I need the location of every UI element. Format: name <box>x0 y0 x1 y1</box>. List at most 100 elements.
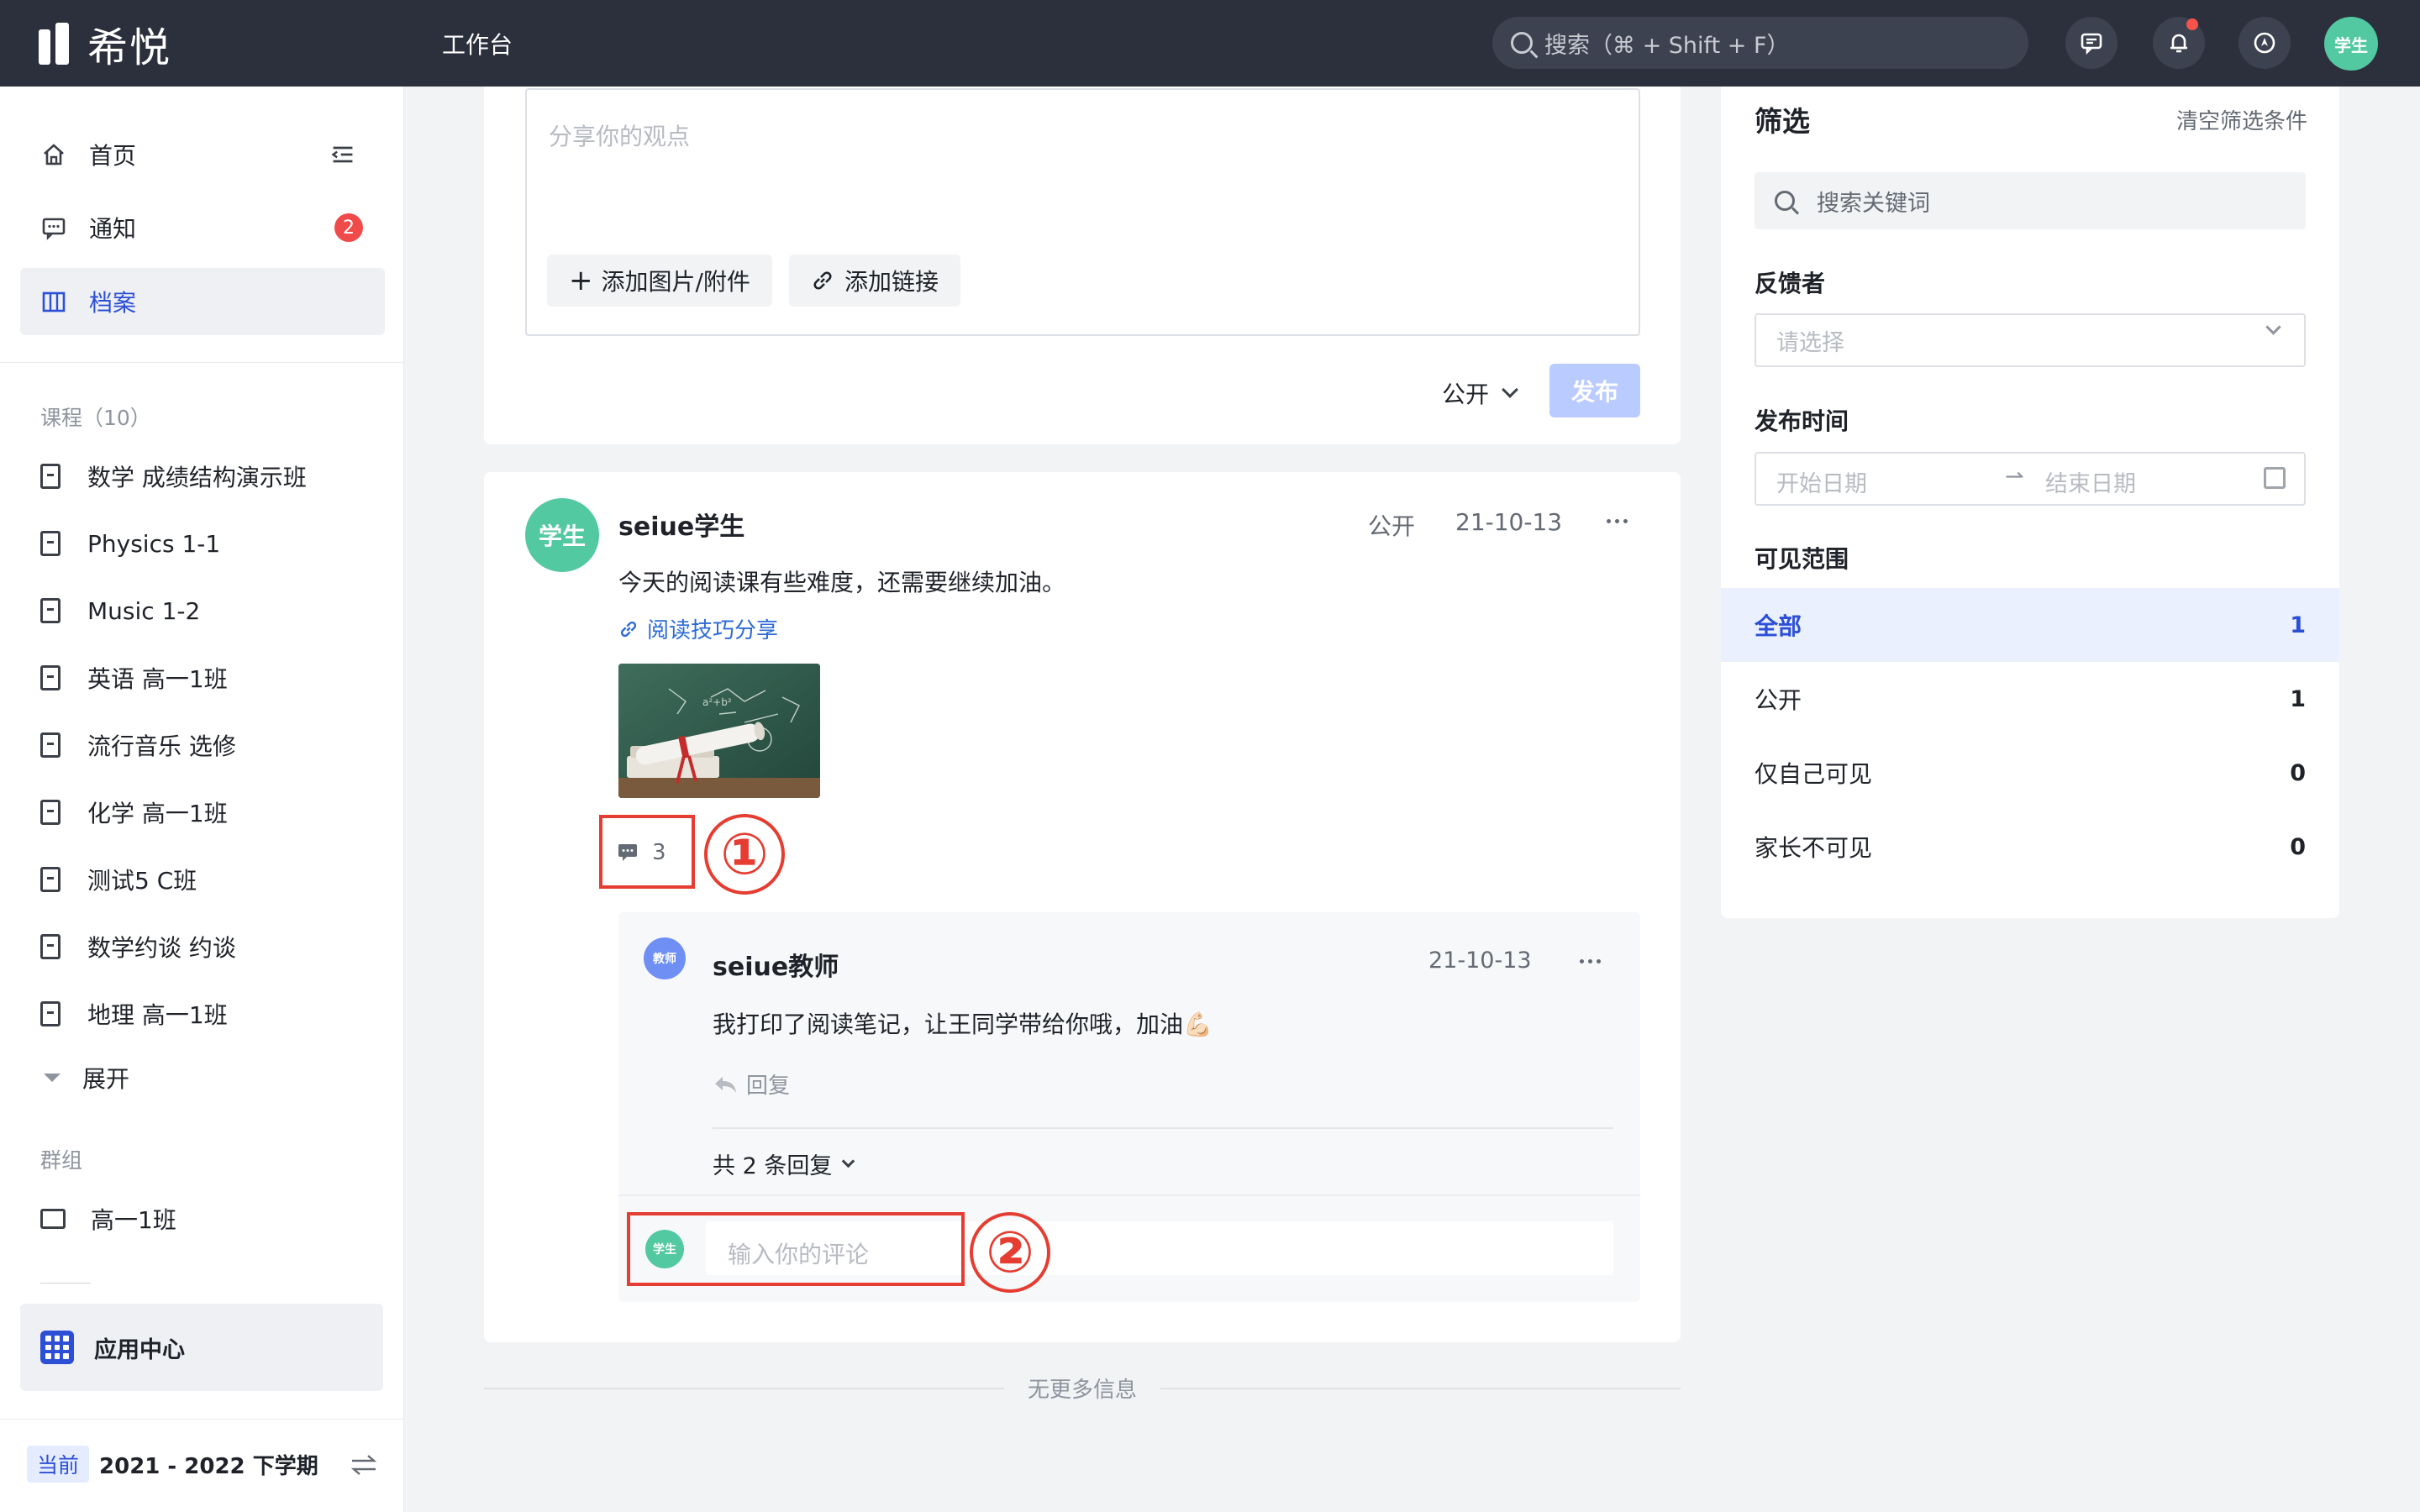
user-avatar[interactable]: 学生 <box>2324 17 2378 71</box>
global-search[interactable]: 搜索（⌘ + Shift + F） <box>1492 17 2028 69</box>
course-label: 测试5 C班 <box>87 867 197 895</box>
sidebar-divider <box>0 1419 404 1420</box>
comment-date: 21-10-13 <box>1428 948 1532 974</box>
swap-term-icon[interactable] <box>350 1452 378 1478</box>
chevron-down-icon <box>1502 381 1518 398</box>
chevron-down-icon <box>2265 319 2281 335</box>
sidebar-course[interactable]: 地理 高一1班 <box>40 993 228 1035</box>
sidebar-course[interactable]: 测试5 C班 <box>40 858 197 900</box>
sidebar-course[interactable]: 流行音乐 选修 <box>40 724 236 766</box>
post-date: 21-10-13 <box>1455 508 1563 536</box>
scope-label-text: 公开 <box>1754 686 1802 714</box>
sidebar-course[interactable]: Music 1-2 <box>40 590 200 632</box>
term-selector[interactable]: 当前 2021 - 2022 下学期 <box>27 1446 318 1483</box>
end-date-placeholder[interactable]: 结束日期 <box>2045 465 2136 498</box>
no-more-label: 无更多信息 <box>1028 1378 1138 1403</box>
date-range-picker[interactable]: 开始日期 ⇀ 结束日期 <box>1754 452 2306 506</box>
start-date-placeholder[interactable]: 开始日期 <box>1776 465 1867 498</box>
scope-label-text: 仅自己可见 <box>1754 760 1873 788</box>
composer-placeholder: 分享你的观点 <box>549 123 691 150</box>
message-button[interactable] <box>2065 17 2118 69</box>
comment-more-icon[interactable] <box>1580 959 1601 963</box>
post-author-name[interactable]: seiue学生 <box>618 506 744 543</box>
group-icon <box>40 1209 66 1229</box>
chat-bubble-icon <box>42 218 66 240</box>
sidebar-group[interactable]: 高一1班 <box>40 1198 176 1240</box>
search-icon <box>1775 191 1795 211</box>
course-doc-icon <box>40 732 60 758</box>
no-more-info: 无更多信息 <box>484 1373 1681 1404</box>
feedback-select[interactable]: 请选择 <box>1754 313 2306 367</box>
app-center-label: 应用中心 <box>94 1336 185 1363</box>
annotation-number-2: ② <box>970 1212 1050 1293</box>
time-label: 发布时间 <box>1754 407 1849 435</box>
reply-label: 回复 <box>746 1074 791 1099</box>
course-label: Music 1-2 <box>87 596 201 625</box>
sidebar-course[interactable]: 数学 成绩结构演示班 <box>40 455 307 497</box>
reply-button[interactable]: 回复 <box>713 1068 790 1100</box>
publish-button[interactable]: 发布 <box>1549 364 1640 417</box>
logo[interactable]: 希悦 <box>39 20 171 71</box>
add-attachment-button[interactable]: + 添加图片/附件 <box>547 255 772 307</box>
workbench-title[interactable]: 工作台 <box>442 27 513 60</box>
sidebar-divider <box>0 362 404 363</box>
nav-home[interactable]: 首页 <box>20 121 385 188</box>
annotation-box-1 <box>599 815 695 889</box>
chevron-down-icon <box>842 1154 855 1168</box>
scope-hide-parents[interactable]: 家长不可见 0 <box>1721 810 2339 884</box>
course-doc-icon <box>40 598 60 623</box>
collapse-sidebar-icon[interactable] <box>329 141 356 168</box>
scope-count: 1 <box>2290 685 2306 712</box>
home-icon <box>44 144 64 165</box>
clear-filter-button[interactable]: 清空筛选条件 <box>2176 104 2307 135</box>
sidebar-course[interactable]: 英语 高一1班 <box>40 657 228 699</box>
post-image[interactable]: a²+b² <box>618 664 820 798</box>
post-content: 今天的阅读课有些难度，还需要继续加油。 <box>618 569 1066 596</box>
nav-archive[interactable]: 档案 <box>20 268 385 335</box>
course-doc-icon <box>40 464 60 489</box>
add-link-label: 添加链接 <box>844 268 939 296</box>
compass-button[interactable] <box>2238 17 2291 69</box>
visibility-select-value: 公开 <box>1442 381 1490 408</box>
courses-section-title: 课程（10） <box>40 406 151 430</box>
post-author-avatar[interactable]: 学生 <box>525 498 599 572</box>
commenter-avatar[interactable]: 教师 <box>644 937 686 979</box>
scope-all[interactable]: 全部 1 <box>1721 588 2339 662</box>
notification-button[interactable] <box>2153 17 2205 69</box>
visibility-select[interactable]: 公开 <box>1442 376 1518 410</box>
course-label: 流行音乐 选修 <box>87 732 236 760</box>
sidebar-course[interactable]: Physics 1-1 <box>40 522 220 564</box>
course-doc-icon <box>40 531 60 556</box>
sidebar-course[interactable]: 化学 高一1班 <box>40 791 228 833</box>
scope-self-only[interactable]: 仅自己可见 0 <box>1721 736 2339 810</box>
keyword-search-input[interactable]: 搜索关键词 <box>1754 172 2306 229</box>
scope-label: 可见范围 <box>1754 545 1849 573</box>
scope-public[interactable]: 公开 1 <box>1721 662 2339 736</box>
expand-label: 展开 <box>82 1065 130 1093</box>
course-label: 数学约谈 约谈 <box>87 934 236 962</box>
keyword-search-placeholder: 搜索关键词 <box>1817 190 1930 217</box>
nav-notifications[interactable]: 通知 2 <box>20 194 385 261</box>
reply-icon <box>715 1076 736 1093</box>
course-label: Physics 1-1 <box>87 529 221 558</box>
annotation-box-2 <box>627 1212 965 1286</box>
feedback-placeholder: 请选择 <box>1776 329 1844 356</box>
course-doc-icon <box>40 867 60 892</box>
plus-icon: + <box>569 264 593 297</box>
add-link-button[interactable]: 添加链接 <box>789 255 961 307</box>
post-more-icon[interactable] <box>1607 519 1628 523</box>
composer-textarea[interactable]: 分享你的观点 + 添加图片/附件 添加链接 <box>525 88 1640 336</box>
range-arrow-icon: ⇀ <box>2005 464 2024 490</box>
archive-icon <box>42 291 66 312</box>
app-center-button[interactable]: 应用中心 <box>20 1304 383 1391</box>
expand-courses[interactable]: 展开 <box>40 1057 129 1099</box>
commenter-name[interactable]: seiue教师 <box>713 946 839 983</box>
sidebar: 首页 通知 2 档案 课程（10） 数学 成绩结构演示班 Physics 1-1… <box>0 87 404 1512</box>
sidebar-course[interactable]: 数学约谈 约谈 <box>40 926 236 968</box>
add-attachment-label: 添加图片/附件 <box>601 268 750 296</box>
course-doc-icon <box>40 934 60 959</box>
link-icon <box>620 621 637 637</box>
view-replies-button[interactable]: 共 2 条回复 <box>713 1147 855 1180</box>
scope-count: 1 <box>2290 612 2306 638</box>
post-link[interactable]: 阅读技巧分享 <box>618 613 778 644</box>
